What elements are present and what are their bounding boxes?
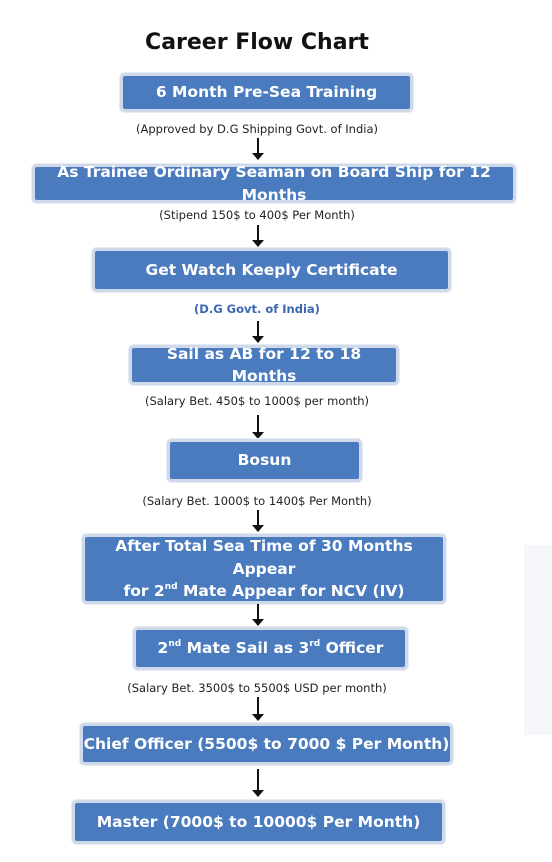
- step-trainee-ordinary-seaman: As Trainee Ordinary Seaman on Board Ship…: [35, 163, 513, 204]
- step-note-sail-as-ab: (Salary Bet. 450$ to 1000$ per month): [145, 394, 369, 408]
- step-pre-sea-training: 6 Month Pre-Sea Training: [123, 76, 410, 109]
- step-label: Master (7000$ to 10000$ Per Month): [96, 812, 421, 831]
- down-arrow-icon: [252, 697, 264, 721]
- step-note-pre-sea-training: (Approved by D.G Shipping Govt. of India…: [136, 122, 378, 136]
- down-arrow-icon: [252, 604, 264, 626]
- down-arrow-icon: [252, 769, 264, 797]
- down-arrow-icon: [252, 415, 264, 439]
- down-arrow-icon: [252, 138, 264, 160]
- down-arrow-icon: [252, 225, 264, 247]
- step-second-mate-third-officer: 2nd Mate Sail as 3rd Officer: [136, 630, 405, 667]
- step-sail-as-ab: Sail as AB for 12 to 18 Months: [132, 345, 396, 385]
- step-label: Chief Officer (5500$ to 7000 $ Per Month…: [83, 734, 450, 753]
- step-label: 6 Month Pre-Sea Training: [155, 83, 378, 102]
- down-arrow-icon: [252, 510, 264, 532]
- step-label: Bosun: [237, 451, 292, 470]
- step-second-mate-exam: After Total Sea Time of 30 Months Appear…: [85, 537, 443, 601]
- step-note-second-mate-third-officer: (Salary Bet. 3500$ to 5500$ USD per mont…: [127, 681, 387, 695]
- step-label: Get Watch Keeply Certificate: [145, 260, 398, 279]
- step-note-bosun: (Salary Bet. 1000$ to 1400$ Per Month): [142, 494, 372, 508]
- step-note-trainee-ordinary-seaman: (Stipend 150$ to 400$ Per Month): [159, 208, 355, 222]
- step-label-line1: After Total Sea Time of 30 Months Appear: [115, 537, 413, 578]
- step-master: Master (7000$ to 10000$ Per Month): [75, 803, 442, 841]
- step-label: Sail as AB for 12 to 18 Months: [166, 344, 362, 385]
- step-watch-keeping-certificate: Get Watch Keeply Certificate: [95, 251, 448, 289]
- step-label: As Trainee Ordinary Seaman on Board Ship…: [57, 163, 491, 204]
- step-bosun: Bosun: [170, 442, 359, 479]
- step-note-watch-keeping-certificate: (D.G Govt. of India): [194, 302, 320, 316]
- chart-title: Career Flow Chart: [145, 30, 369, 55]
- step-label-line2: for 2nd Mate Appear for NCV (IV): [123, 582, 405, 601]
- down-arrow-icon: [252, 321, 264, 343]
- step-chief-officer: Chief Officer (5500$ to 7000 $ Per Month…: [83, 726, 450, 762]
- step-label: 2nd Mate Sail as 3rd Officer: [157, 639, 384, 658]
- background-panel: [524, 545, 552, 735]
